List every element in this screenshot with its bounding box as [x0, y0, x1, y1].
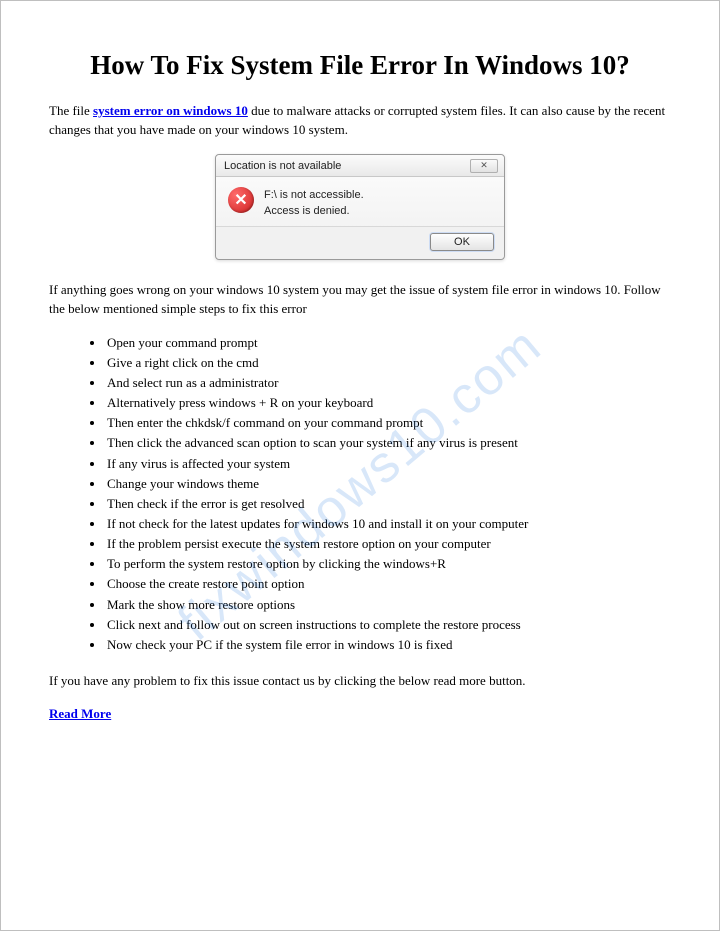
list-item: If any virus is affected your system — [105, 454, 671, 474]
list-item: Then enter the chkdsk/f command on your … — [105, 413, 671, 433]
list-item: To perform the system restore option by … — [105, 554, 671, 574]
read-more-link[interactable]: Read More — [49, 706, 111, 721]
dialog-body: ✕ F:\ is not accessible. Access is denie… — [216, 177, 504, 226]
dialog-line1: F:\ is not accessible. — [264, 187, 364, 204]
list-item: Give a right click on the cmd — [105, 353, 671, 373]
list-item: Mark the show more restore options — [105, 595, 671, 615]
steps-list: Open your command prompt Give a right cl… — [105, 333, 671, 655]
paragraph-2: If anything goes wrong on your windows 1… — [49, 280, 671, 319]
dialog-footer: OK — [216, 226, 504, 259]
list-item: Now check your PC if the system file err… — [105, 635, 671, 655]
page-title: How To Fix System File Error In Windows … — [49, 49, 671, 83]
dialog-screenshot: Location is not available ✕ ✕ F:\ is not… — [49, 154, 671, 260]
dialog-message: F:\ is not accessible. Access is denied. — [264, 187, 364, 220]
intro-text-pre: The file — [49, 103, 93, 118]
list-item: If not check for the latest updates for … — [105, 514, 671, 534]
error-dialog: Location is not available ✕ ✕ F:\ is not… — [215, 154, 505, 260]
dialog-line2: Access is denied. — [264, 203, 364, 220]
list-item: Then click the advanced scan option to s… — [105, 433, 671, 453]
close-icon: ✕ — [470, 159, 498, 173]
system-error-link[interactable]: system error on windows 10 — [93, 103, 248, 118]
list-item: Choose the create restore point option — [105, 574, 671, 594]
ok-button: OK — [430, 233, 494, 251]
dialog-title: Location is not available — [224, 160, 341, 172]
list-item: Change your windows theme — [105, 474, 671, 494]
list-item: Click next and follow out on screen inst… — [105, 615, 671, 635]
list-item: Then check if the error is get resolved — [105, 494, 671, 514]
error-icon: ✕ — [228, 187, 254, 213]
list-item: Open your command prompt — [105, 333, 671, 353]
list-item: If the problem persist execute the syste… — [105, 534, 671, 554]
outro-paragraph: If you have any problem to fix this issu… — [49, 671, 671, 691]
intro-paragraph: The file system error on windows 10 due … — [49, 101, 671, 140]
document-page: fixwindows10.com How To Fix System File … — [0, 0, 720, 931]
list-item: Alternatively press windows + R on your … — [105, 393, 671, 413]
dialog-titlebar: Location is not available ✕ — [216, 155, 504, 177]
list-item: And select run as a administrator — [105, 373, 671, 393]
